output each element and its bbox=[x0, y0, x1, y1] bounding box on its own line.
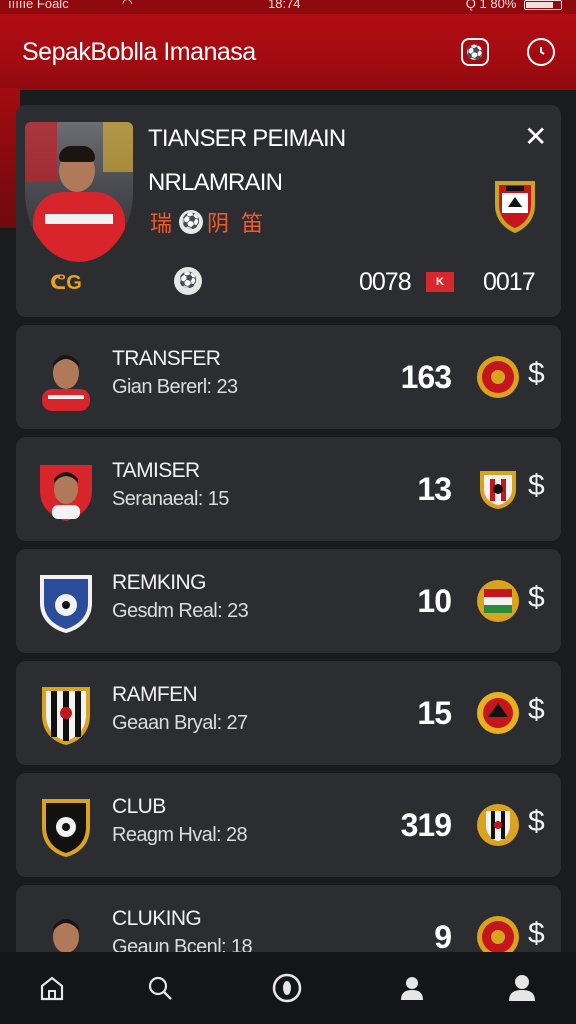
signal-label: ıııııe Foalc bbox=[8, 0, 69, 11]
list-item[interactable]: RAMFEN Geaan Bryal: 27 15 $ bbox=[16, 661, 561, 765]
featured-score-left: 0078 bbox=[359, 268, 412, 296]
row-title: REMKING bbox=[112, 571, 206, 594]
status-right-label: Ǫ 1 80% bbox=[465, 0, 517, 11]
row-subtitle: Gian Bererl: 23 bbox=[112, 376, 238, 398]
app-header: SepakBoblla Imanasa ⚽ bbox=[0, 14, 576, 90]
row-subtitle: Reagm Hval: 28 bbox=[112, 824, 248, 846]
club-shield-icon bbox=[42, 799, 90, 857]
row-title: RAMFEN bbox=[112, 683, 198, 706]
featured-tags: 瑞 ⚽ 阴 笛 bbox=[150, 206, 266, 238]
row-value: 319 bbox=[400, 807, 452, 843]
row-subtitle: Seranaeal: 15 bbox=[112, 488, 229, 510]
club-badge-icon bbox=[480, 471, 516, 509]
featured-transfer-card[interactable]: TIANSER PEIMAIN NRLAMRAIN 瑞 ⚽ 阴 笛 ✕ ᕦG ⚽… bbox=[16, 105, 561, 317]
row-subtitle: Geaan Bryal: 27 bbox=[112, 712, 248, 734]
featured-subtitle: NRLAMRAIN bbox=[148, 169, 283, 196]
club-crest-icon bbox=[495, 181, 535, 233]
club-badge-icon bbox=[477, 356, 519, 398]
status-bar: ıııııe Foalc ◠ 18:74 Ǫ 1 80% bbox=[0, 0, 576, 14]
featured-score-right: 0017 bbox=[483, 268, 536, 296]
club-badge-icon bbox=[477, 692, 519, 734]
search-icon[interactable] bbox=[140, 968, 180, 1008]
wifi-icon: ◠ bbox=[122, 0, 133, 10]
currency-icon[interactable]: $ bbox=[528, 805, 545, 839]
currency-icon[interactable]: $ bbox=[528, 581, 545, 615]
currency-icon[interactable]: $ bbox=[528, 357, 545, 391]
row-value: 13 bbox=[417, 471, 452, 507]
row-value: 9 bbox=[434, 919, 452, 955]
clock-icon[interactable] bbox=[527, 38, 555, 66]
featured-player-photo bbox=[25, 122, 133, 262]
currency-icon[interactable]: $ bbox=[528, 917, 545, 951]
featured-brand-mark: ᕦG bbox=[50, 272, 82, 294]
battery-icon bbox=[524, 0, 562, 10]
close-icon[interactable]: ✕ bbox=[524, 123, 547, 151]
row-value: 10 bbox=[417, 583, 452, 619]
club-badge-icon bbox=[477, 580, 519, 622]
home-icon[interactable] bbox=[32, 968, 72, 1008]
row-title: CLUB bbox=[112, 795, 166, 818]
list-item[interactable]: REMKING Gesdm Real: 23 10 $ bbox=[16, 549, 561, 653]
currency-icon[interactable]: $ bbox=[528, 693, 545, 727]
list-item[interactable]: TAMISER Seranaeal: 15 13 $ bbox=[16, 437, 561, 541]
list-item[interactable]: CLUB Reagm Hval: 28 319 $ bbox=[16, 773, 561, 877]
football-icon[interactable]: ⚽ bbox=[461, 38, 489, 66]
row-title: CLUKING bbox=[112, 907, 202, 930]
row-title: TRANSFER bbox=[112, 347, 221, 370]
app-title: SepakBoblla Imanasa bbox=[22, 38, 256, 66]
currency-icon[interactable]: $ bbox=[528, 469, 545, 503]
status-clock: 18:74 bbox=[268, 0, 301, 11]
row-value: 15 bbox=[417, 695, 452, 731]
club-shield-icon bbox=[40, 465, 92, 521]
flag-icon: K bbox=[426, 272, 454, 292]
club-badge-icon bbox=[477, 804, 519, 846]
row-title: TAMISER bbox=[112, 459, 200, 482]
club-shield-icon bbox=[40, 575, 92, 633]
featured-tag-right: 阴 笛 bbox=[207, 211, 267, 236]
featured-title: TIANSER PEIMAIN bbox=[148, 125, 346, 152]
row-value: 163 bbox=[400, 359, 452, 395]
bottom-navigation bbox=[0, 952, 576, 1024]
account-icon[interactable] bbox=[502, 968, 542, 1008]
featured-tag-left: 瑞 bbox=[150, 211, 176, 236]
list-item[interactable]: TRANSFER Gian Bererl: 23 163 $ bbox=[16, 325, 561, 429]
club-shield-icon bbox=[42, 687, 90, 745]
soccer-ball-icon: ⚽ bbox=[174, 267, 202, 295]
player-avatar-icon bbox=[42, 355, 90, 411]
profile-icon[interactable] bbox=[392, 968, 432, 1008]
ball-icon[interactable] bbox=[267, 968, 307, 1008]
ball-icon: ⚽ bbox=[179, 210, 204, 234]
row-subtitle: Gesdm Real: 23 bbox=[112, 600, 249, 622]
status-right: Ǫ 1 80% bbox=[466, 0, 562, 10]
